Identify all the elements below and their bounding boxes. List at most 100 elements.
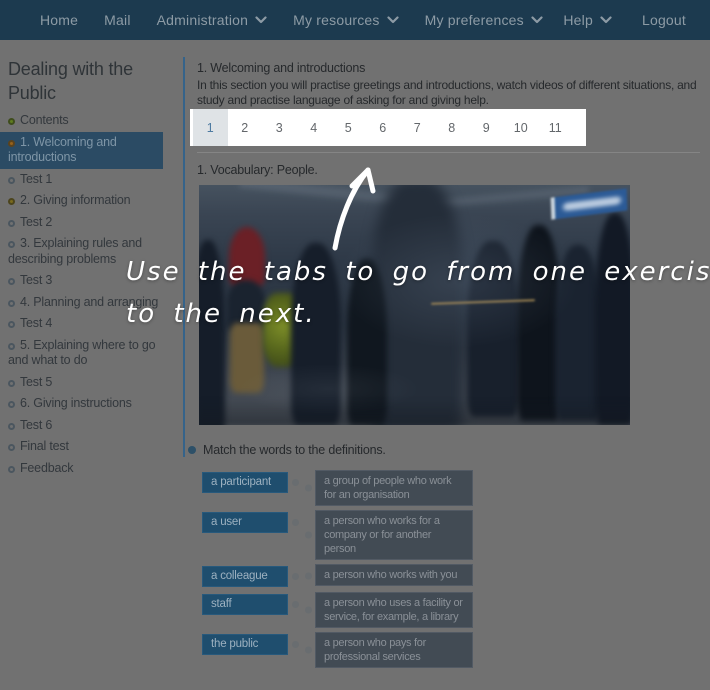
sidebar-item-6-giving-instructions[interactable]: 6. Giving instructions [0,393,163,415]
connector-dot[interactable] [305,573,312,580]
sidebar-item-final-test[interactable]: Final test [0,436,163,458]
chevron-down-icon [387,16,399,24]
ring-bullet-icon [8,220,15,227]
sidebar-item-label: 2. Giving information [20,193,130,207]
bullet-icon [188,446,196,454]
nav-item-my-resources[interactable]: My resources [293,12,398,28]
chevron-down-icon [600,16,612,24]
match-definition[interactable]: a person who works for a company or for … [315,510,473,560]
match-instruction: Match the words to the definitions. [188,443,386,457]
nav-item-mail[interactable]: Mail [104,12,130,28]
nav-item-administration[interactable]: Administration [157,12,268,28]
sidebar-item-label: 3. Explaining rules and describing probl… [8,236,142,266]
sidebar-item-label: Final test [20,439,69,453]
sidebar-item-contents[interactable]: Contents [0,110,163,132]
ring-bullet-icon [8,444,15,451]
sidebar-item-label: Test 5 [20,375,52,389]
sidebar-item-feedback[interactable]: Feedback [0,458,163,480]
nav-item-label: My resources [293,12,379,28]
tour-note-line1: Use the tabs to go from one exercise [126,257,710,287]
nav-item-label: Mail [104,12,130,28]
match-exercise: a participant a group of people who work … [202,470,502,672]
sidebar-item-label: 1. Welcoming and introductions [8,135,117,165]
match-word[interactable]: a user [202,512,288,533]
ring-bullet-icon [8,423,15,430]
tab-10[interactable]: 10 [504,109,539,146]
ring-bullet-icon [8,177,15,184]
connector-dot[interactable] [292,601,299,608]
section-title: 1. Welcoming and introductions [197,61,365,75]
match-word[interactable]: a colleague [202,566,288,587]
tour-note-line2: to the next. [126,299,316,329]
sidebar-item-5-explaining-where-to-go-and-what-to-do[interactable]: 5. Explaining where to go and what to do [0,335,163,372]
tab-4[interactable]: 4 [297,109,332,146]
match-row: a colleague a person who works with you [202,564,502,588]
ring-bullet-icon [8,401,15,408]
top-nav: Home Mail Administration My resources My pre… [0,0,710,40]
tab-2[interactable]: 2 [228,109,263,146]
sidebar-item-label: Test 4 [20,316,52,330]
tab-5[interactable]: 5 [331,109,366,146]
connector-dot[interactable] [292,519,299,526]
sidebar-item-test-6[interactable]: Test 6 [0,415,163,437]
sidebar-item-label: Test 1 [20,172,52,186]
match-definition[interactable]: a person who works with you [315,564,473,586]
tab-7[interactable]: 7 [400,109,435,146]
connector-dot[interactable] [305,647,312,654]
connector-dot[interactable] [305,607,312,614]
connector-dot[interactable] [292,641,299,648]
nav-item-my-preferences[interactable]: My preferences [425,12,543,28]
ring-bullet-icon [8,300,15,307]
ring-bullet-icon [8,278,15,285]
match-definition[interactable]: a person who uses a facility or service,… [315,592,473,628]
match-word[interactable]: the public [202,634,288,655]
nav-left-group: Home Mail Administration My resources My pre… [40,12,543,28]
match-definition[interactable]: a group of people who work for an organi… [315,470,473,506]
tab-8[interactable]: 8 [435,109,470,146]
sidebar-item-test-2[interactable]: Test 2 [0,212,163,234]
chevron-down-icon [255,16,267,24]
match-definition[interactable]: a person who pays for professional servi… [315,632,473,668]
nav-item-label: Home [40,12,78,28]
green-bullet-icon [8,118,15,125]
match-row: the public a person who pays for professi… [202,632,502,668]
sidebar-item-label: Test 3 [20,273,52,287]
tab-3[interactable]: 3 [262,109,297,146]
nav-item-logout[interactable]: Logout [642,12,686,28]
course-title: Dealing with the Public [8,57,160,105]
exercise-tabs: 1234567891011 [190,109,586,146]
exercise-heading: 1. Vocabulary: People. [197,163,318,177]
nav-right-group: Help Logout [563,12,686,28]
tab-6[interactable]: 6 [366,109,401,146]
sidebar-item-2-giving-information[interactable]: 2. Giving information [0,190,163,212]
sidebar-item-label: 5. Explaining where to go and what to do [8,338,155,368]
ring-bullet-icon [8,380,15,387]
sidebar-item-label: Feedback [20,461,73,475]
match-row: a participant a group of people who work … [202,470,502,506]
divider [197,152,700,153]
nav-item-home[interactable]: Home [40,12,78,28]
tour-arrow-icon [322,158,382,258]
connector-dot[interactable] [305,532,312,539]
sidebar-item-1-welcoming-and-introductions[interactable]: 1. Welcoming and introductions [0,132,163,169]
sidebar-item-label: Test 6 [20,418,52,432]
match-instruction-text: Match the words to the definitions. [203,443,386,457]
sidebar-item-test-5[interactable]: Test 5 [0,372,163,394]
match-row: a user a person who works for a company o… [202,510,502,560]
match-word[interactable]: staff [202,594,288,615]
connector-dot[interactable] [292,573,299,580]
sidebar-item-test-1[interactable]: Test 1 [0,169,163,191]
match-word[interactable]: a participant [202,472,288,493]
tab-11[interactable]: 11 [538,109,573,146]
tab-9[interactable]: 9 [469,109,504,146]
orange-bullet-icon [8,140,15,147]
nav-item-help[interactable]: Help [563,12,612,28]
tab-1[interactable]: 1 [193,109,228,146]
course-menu: Contents 1. Welcoming and introductions Te… [0,110,163,479]
olive-bullet-icon [8,198,15,205]
nav-item-label: Logout [642,12,686,28]
nav-item-label: Help [563,12,593,28]
match-row: staff a person who uses a facility or ser… [202,592,502,628]
connector-dot[interactable] [292,479,299,486]
connector-dot[interactable] [305,485,312,492]
